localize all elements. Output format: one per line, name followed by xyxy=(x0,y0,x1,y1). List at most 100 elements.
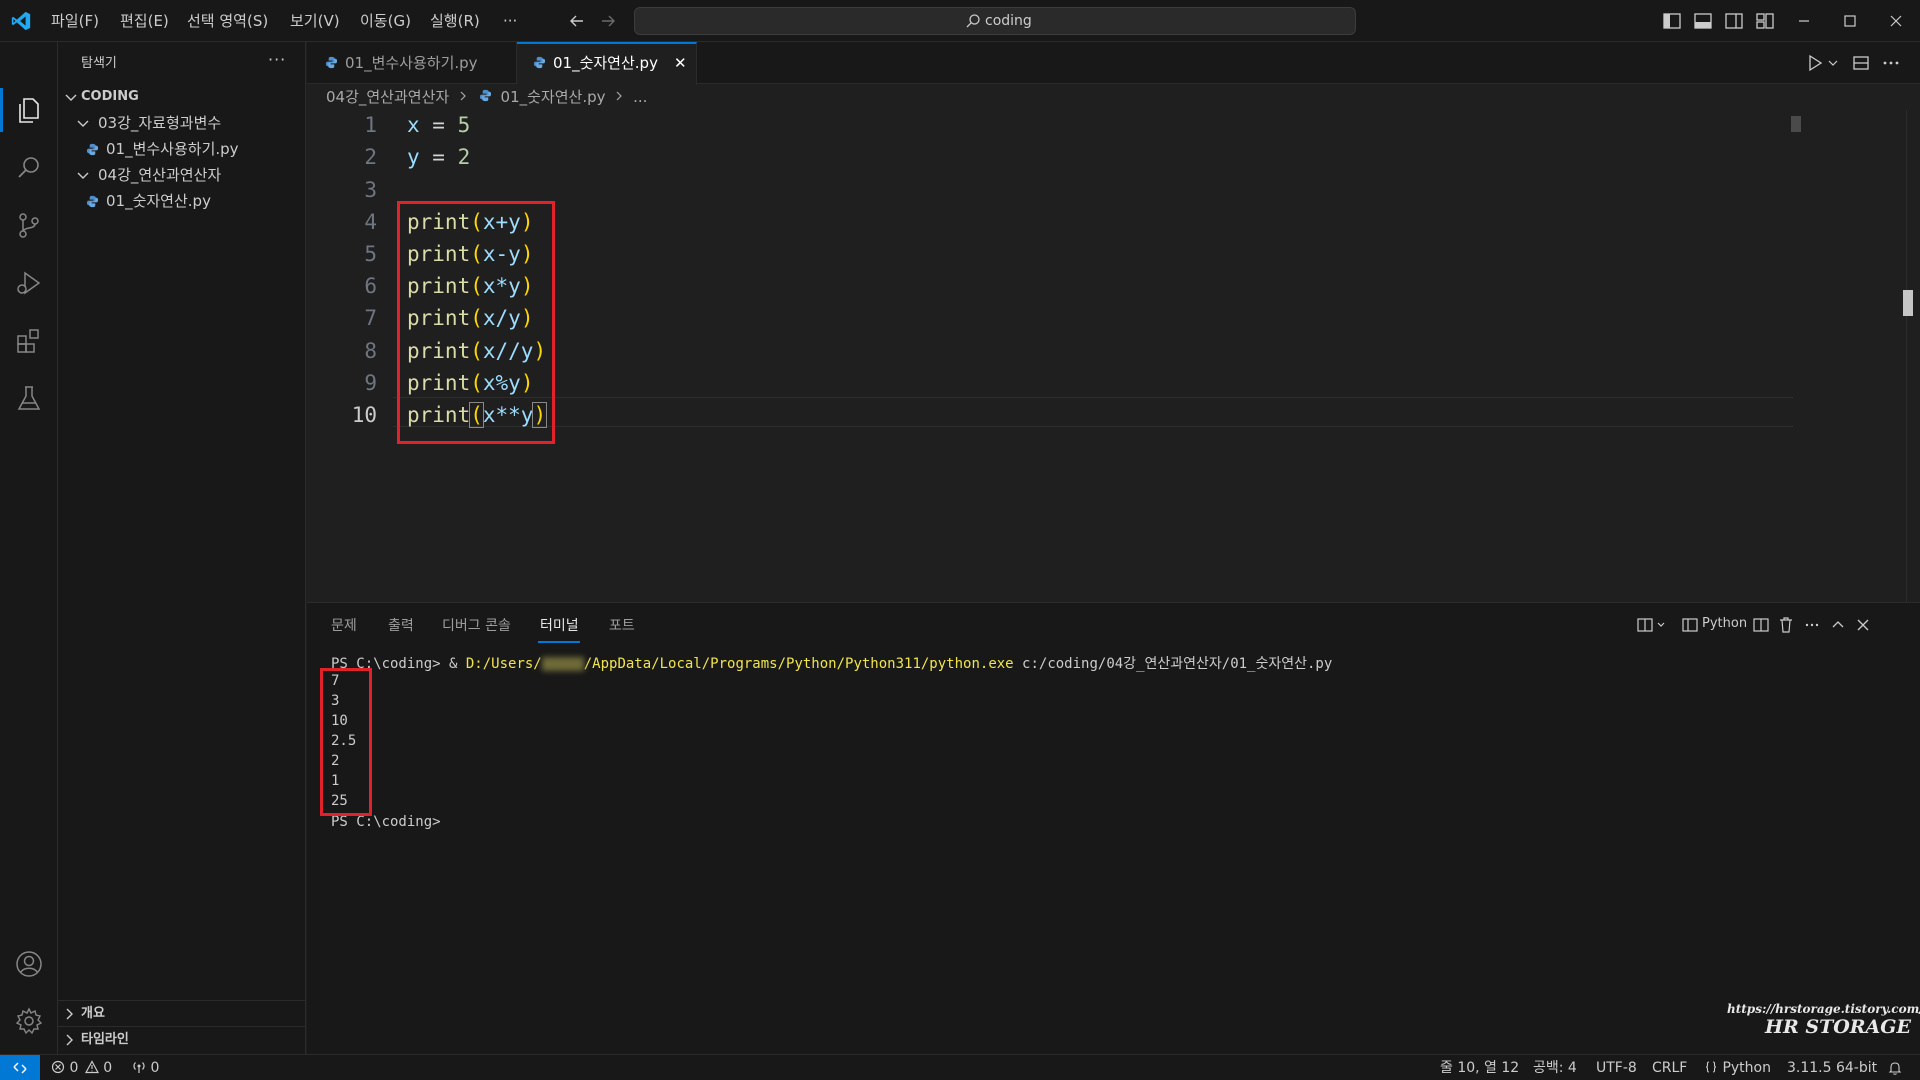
split-terminal-icon[interactable] xyxy=(1753,616,1769,634)
line-number: 1 xyxy=(364,113,377,137)
tree-file-variables[interactable]: 01_변수사용하기.py xyxy=(58,136,306,162)
tab-ports[interactable]: 포트 xyxy=(609,615,635,635)
code-operator: = xyxy=(419,145,458,169)
chevron-down-icon xyxy=(77,172,89,179)
source-control-icon[interactable] xyxy=(13,209,45,241)
remote-window-button[interactable] xyxy=(0,1055,40,1080)
close-panel-icon[interactable] xyxy=(1855,616,1871,634)
menu-edit[interactable]: 편집(E) xyxy=(120,0,169,42)
chevron-down-icon xyxy=(65,94,77,101)
run-and-debug-icon[interactable] xyxy=(13,267,45,299)
workspace-root-folder[interactable]: CODING xyxy=(58,84,306,110)
terminal-script-arg: c:/coding/04강_연산과연산자/01_숫자연산.py xyxy=(1013,656,1333,672)
title-bar: 파일(F) 편집(E) 선택 영역(S) 보기(V) 이동(G) 실행(R) ·… xyxy=(0,0,1920,42)
python-file-icon xyxy=(86,143,99,156)
toggle-secondary-sidebar-icon[interactable] xyxy=(1723,10,1745,32)
outline-label: 개요 xyxy=(81,1006,105,1021)
tree-file-label: 01_변수사용하기.py xyxy=(106,140,239,158)
terminal-call-operator: & xyxy=(449,656,466,672)
menu-run[interactable]: 실행(R) xyxy=(430,0,480,42)
sidebar-more-actions[interactable]: ··· xyxy=(268,50,286,69)
breadcrumb-folder[interactable]: 04강_연산과연산자 xyxy=(326,88,449,106)
tab-terminal[interactable]: 터미널 xyxy=(540,615,579,635)
menu-go[interactable]: 이동(G) xyxy=(360,0,411,42)
chevron-down-icon xyxy=(77,120,89,127)
tree-file-numbers[interactable]: 01_숫자연산.py xyxy=(58,188,306,214)
line-number: 8 xyxy=(364,339,377,363)
menu-file[interactable]: 파일(F) xyxy=(51,0,99,42)
chevron-down-icon[interactable] xyxy=(1656,616,1666,634)
split-editor-icon[interactable] xyxy=(1851,53,1871,73)
breadcrumb-symbols[interactable]: ... xyxy=(633,88,647,106)
close-window-icon[interactable] xyxy=(1873,0,1919,42)
arrow-left-icon[interactable] xyxy=(566,10,588,32)
tab-variables-file[interactable]: 01_변수사용하기.py xyxy=(307,42,517,84)
file-encoding[interactable]: UTF-8 xyxy=(1596,1055,1637,1080)
line-number: 2 xyxy=(364,145,377,169)
run-python-file-icon[interactable] xyxy=(1805,53,1825,73)
python-interpreter[interactable]: 3.11.5 64-bit xyxy=(1787,1055,1877,1080)
active-tab-underline xyxy=(538,641,580,643)
ports-status[interactable]: 0 xyxy=(132,1055,159,1080)
minimize-icon[interactable] xyxy=(1781,0,1827,42)
explorer-icon[interactable] xyxy=(13,94,45,126)
activity-bar xyxy=(0,42,58,1054)
toggle-panel-icon[interactable] xyxy=(1692,10,1714,32)
maximize-icon[interactable] xyxy=(1827,0,1873,42)
customize-layout-icon[interactable] xyxy=(1754,10,1776,32)
code-variable: x xyxy=(407,113,420,137)
settings-gear-icon[interactable] xyxy=(13,1005,45,1037)
watermark-url: https://hrstorage.tistory.com/ xyxy=(1727,1002,1920,1016)
editor-tab-bar: 01_변수사용하기.py 01_숫자연산.py ✕ xyxy=(307,42,1920,85)
tab-numbers-file[interactable]: 01_숫자연산.py ✕ xyxy=(517,42,697,85)
arrow-right-icon[interactable] xyxy=(597,10,619,32)
code-editor[interactable]: 1 2 3 4 5 6 7 8 9 10 x = 5 y = 2 print(x… xyxy=(307,110,1920,602)
code-line[interactable]: x = 5 xyxy=(407,113,470,137)
toggle-primary-sidebar-icon[interactable] xyxy=(1661,10,1683,32)
more-actions-icon[interactable] xyxy=(1881,53,1901,73)
menu-view[interactable]: 보기(V) xyxy=(290,0,340,42)
accounts-icon[interactable] xyxy=(13,948,45,980)
tab-close-icon[interactable]: ✕ xyxy=(674,44,687,82)
language-mode[interactable]: Python xyxy=(1704,1055,1771,1080)
tab-label: 01_변수사용하기.py xyxy=(345,54,478,72)
trash-icon[interactable] xyxy=(1778,616,1794,634)
terminal-profile-label[interactable]: Python xyxy=(1702,616,1747,631)
chevron-right-icon xyxy=(616,91,623,101)
terminal-command-line[interactable]: PS C:\coding> & D:/Users//AppData/Local/… xyxy=(331,653,1332,673)
more-actions-icon[interactable] xyxy=(1804,616,1820,634)
testing-flask-icon[interactable] xyxy=(13,382,45,414)
tree-folder-03[interactable]: 03강_자료형과변수 xyxy=(58,110,306,136)
line-ending[interactable]: CRLF xyxy=(1652,1055,1687,1080)
terminal-final-prompt[interactable]: PS C:\coding> xyxy=(331,814,441,830)
tab-debug-console[interactable]: 디버그 콘솔 xyxy=(442,615,511,635)
tree-folder-04[interactable]: 04강_연산과연산자 xyxy=(58,162,306,188)
run-dropdown-chevron-icon[interactable] xyxy=(1827,53,1839,73)
command-center-search[interactable]: coding xyxy=(634,7,1356,35)
timeline-section[interactable]: 타임라인 xyxy=(58,1026,306,1052)
breadcrumb-file[interactable]: 01_숫자연산.py xyxy=(501,88,606,106)
watermark-title: HR STORAGE xyxy=(1765,1016,1912,1038)
problems-status[interactable]: 0 0 xyxy=(51,1055,112,1080)
outline-section[interactable]: 개요 xyxy=(58,1000,306,1026)
terminal-profile-icon[interactable] xyxy=(1682,616,1698,634)
chevron-up-icon[interactable] xyxy=(1830,616,1846,634)
workspace-root-label: CODING xyxy=(81,89,139,104)
code-line[interactable]: y = 2 xyxy=(407,145,470,169)
bell-icon[interactable] xyxy=(1887,1060,1903,1076)
tab-problems[interactable]: 문제 xyxy=(331,615,357,635)
menu-selection[interactable]: 선택 영역(S) xyxy=(187,0,268,42)
command-center-text: coding xyxy=(985,13,1032,29)
tab-output[interactable]: 출력 xyxy=(388,615,414,635)
minimap-slider[interactable] xyxy=(1791,116,1801,132)
indentation[interactable]: 공백: 4 xyxy=(1533,1055,1577,1080)
new-terminal-split-icon[interactable] xyxy=(1636,616,1654,634)
extensions-icon[interactable] xyxy=(13,325,45,357)
search-icon[interactable] xyxy=(13,152,45,184)
vscode-logo-icon[interactable] xyxy=(10,10,32,32)
menu-more[interactable]: ··· xyxy=(503,0,517,42)
sidebar-title: 탐색기 xyxy=(81,56,117,71)
editor-scrollbar[interactable] xyxy=(1906,110,1920,602)
cursor-position[interactable]: 줄 10, 열 12 xyxy=(1440,1055,1519,1080)
status-bar: 0 0 0 줄 10, 열 12 공백: 4 UTF-8 CRLF Python… xyxy=(0,1054,1920,1080)
